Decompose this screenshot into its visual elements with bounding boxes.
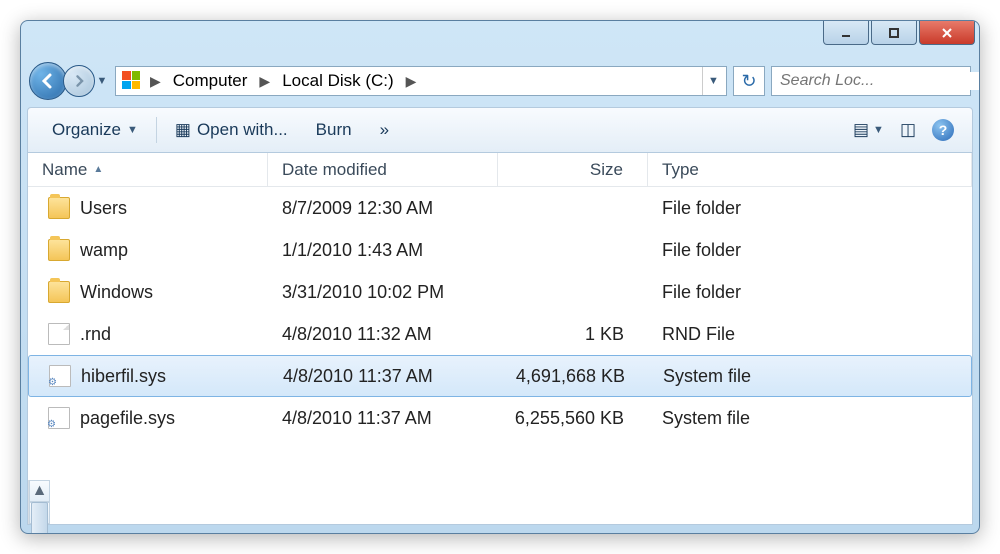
scroll-up-button[interactable]: ▲ xyxy=(29,480,50,502)
pane-icon: ◫ xyxy=(900,120,916,140)
file-list-area: Name ▲ Date modified Size Type Users 8/7/… xyxy=(27,153,973,525)
file-row[interactable]: pagefile.sys 4/8/2010 11:37 AM6,255,560 K… xyxy=(28,397,972,439)
search-box[interactable]: 🔍 xyxy=(771,66,971,96)
explorer-window: ▼ ▶ Computer ▶ Local Disk (C:) ▶ ▼ ↻ 🔍 O… xyxy=(20,20,980,534)
cell-type: System file xyxy=(648,408,972,429)
cell-name: wamp xyxy=(28,239,268,261)
file-name: Users xyxy=(80,198,127,219)
nav-history-dropdown[interactable]: ▼ xyxy=(95,71,109,91)
cell-type: System file xyxy=(649,366,971,387)
refresh-button[interactable]: ↻ xyxy=(733,66,765,96)
column-size-header[interactable]: Size xyxy=(498,153,648,186)
cell-name: pagefile.sys xyxy=(28,407,268,429)
cell-date: 4/8/2010 11:32 AM xyxy=(268,324,498,345)
column-size-label: Size xyxy=(590,160,623,180)
scroll-thumb[interactable] xyxy=(31,502,48,534)
cell-type: File folder xyxy=(648,240,972,261)
titlebar xyxy=(21,21,979,59)
file-row[interactable]: wamp 1/1/2010 1:43 AM File folder xyxy=(28,229,972,271)
file-icon xyxy=(48,323,70,345)
nav-row: ▼ ▶ Computer ▶ Local Disk (C:) ▶ ▼ ↻ 🔍 xyxy=(21,59,979,103)
view-icon: ▤ xyxy=(853,120,869,140)
toolbar-overflow[interactable]: » xyxy=(366,116,403,144)
cell-date: 4/8/2010 11:37 AM xyxy=(268,408,498,429)
separator xyxy=(156,117,157,143)
cell-size: 6,255,560 KB xyxy=(498,408,648,429)
cell-type: File folder xyxy=(648,282,972,303)
file-row[interactable]: .rnd 4/8/2010 11:32 AM1 KBRND File xyxy=(28,313,972,355)
column-name-header[interactable]: Name ▲ xyxy=(28,153,268,186)
file-name: .rnd xyxy=(80,324,111,345)
file-name: Windows xyxy=(80,282,153,303)
maximize-button[interactable] xyxy=(871,21,917,45)
folder-icon xyxy=(48,239,70,261)
file-name: wamp xyxy=(80,240,128,261)
column-date-header[interactable]: Date modified xyxy=(268,153,498,186)
column-name-label: Name xyxy=(42,160,87,180)
cell-name: hiberfil.sys xyxy=(29,365,269,387)
chevron-down-icon: ▼ xyxy=(708,75,719,87)
open-with-button[interactable]: ▦ Open with... xyxy=(161,116,302,144)
column-type-label: Type xyxy=(662,160,699,180)
folder-icon xyxy=(48,281,70,303)
file-row[interactable]: hiberfil.sys 4/8/2010 11:37 AM4,691,668 K… xyxy=(28,355,972,397)
cell-name: .rnd xyxy=(28,323,268,345)
cell-type: File folder xyxy=(648,198,972,219)
vertical-scrollbar[interactable]: ▲ ▼ xyxy=(28,480,50,524)
minimize-button[interactable] xyxy=(823,21,869,45)
file-row[interactable]: Windows 3/31/2010 10:02 PM File folder xyxy=(28,271,972,313)
chevron-down-icon: ▼ xyxy=(873,124,884,136)
cell-date: 3/31/2010 10:02 PM xyxy=(268,282,498,303)
toolbar: Organize ▼ ▦ Open with... Burn » ▤ ▼ ◫ ? xyxy=(27,107,973,153)
back-button[interactable] xyxy=(29,62,67,100)
breadcrumb-arrow-icon[interactable]: ▶ xyxy=(402,73,421,90)
breadcrumb-computer[interactable]: Computer xyxy=(165,69,256,93)
preview-pane-button[interactable]: ◫ xyxy=(892,116,924,144)
file-name: hiberfil.sys xyxy=(81,366,166,387)
cell-size: 1 KB xyxy=(498,324,648,345)
file-list-content: Name ▲ Date modified Size Type Users 8/7/… xyxy=(28,153,972,480)
overflow-icon: » xyxy=(380,120,389,140)
folder-icon xyxy=(48,197,70,219)
burn-button[interactable]: Burn xyxy=(302,116,366,144)
breadcrumb-arrow-icon[interactable]: ▶ xyxy=(255,73,274,90)
refresh-icon: ↻ xyxy=(741,71,756,92)
cell-name: Users xyxy=(28,197,268,219)
chevron-down-icon: ▼ xyxy=(127,124,138,136)
cell-name: Windows xyxy=(28,281,268,303)
search-input[interactable] xyxy=(780,72,980,90)
address-bar[interactable]: ▶ Computer ▶ Local Disk (C:) ▶ ▼ xyxy=(115,66,727,96)
system-file-icon xyxy=(48,407,70,429)
view-menu[interactable]: ▤ ▼ xyxy=(845,116,892,144)
help-button[interactable]: ? xyxy=(924,115,962,145)
forward-button[interactable] xyxy=(63,65,95,97)
sort-ascending-icon: ▲ xyxy=(93,164,103,175)
chevron-down-icon: ▼ xyxy=(97,75,108,87)
app-icon: ▦ xyxy=(175,120,191,140)
column-headers: Name ▲ Date modified Size Type xyxy=(28,153,972,187)
cell-date: 8/7/2009 12:30 AM xyxy=(268,198,498,219)
breadcrumb-arrow-icon[interactable]: ▶ xyxy=(146,73,165,90)
help-icon: ? xyxy=(932,119,954,141)
cell-size: 4,691,668 KB xyxy=(499,366,649,387)
open-with-label: Open with... xyxy=(197,120,288,140)
close-button[interactable] xyxy=(919,21,975,45)
burn-label: Burn xyxy=(316,120,352,140)
drive-icon xyxy=(122,71,142,91)
column-date-label: Date modified xyxy=(282,160,387,180)
column-type-header[interactable]: Type xyxy=(648,153,972,186)
nav-buttons: ▼ xyxy=(29,62,109,100)
cell-date: 4/8/2010 11:37 AM xyxy=(269,366,499,387)
breadcrumb-local-disk[interactable]: Local Disk (C:) xyxy=(274,69,401,93)
organize-menu[interactable]: Organize ▼ xyxy=(38,116,152,144)
cell-type: RND File xyxy=(648,324,972,345)
file-rows: Users 8/7/2009 12:30 AM File folder wamp 1/1… xyxy=(28,187,972,439)
cell-date: 1/1/2010 1:43 AM xyxy=(268,240,498,261)
organize-label: Organize xyxy=(52,120,121,140)
file-name: pagefile.sys xyxy=(80,408,175,429)
address-dropdown[interactable]: ▼ xyxy=(702,67,724,95)
system-file-icon xyxy=(49,365,71,387)
file-row[interactable]: Users 8/7/2009 12:30 AM File folder xyxy=(28,187,972,229)
